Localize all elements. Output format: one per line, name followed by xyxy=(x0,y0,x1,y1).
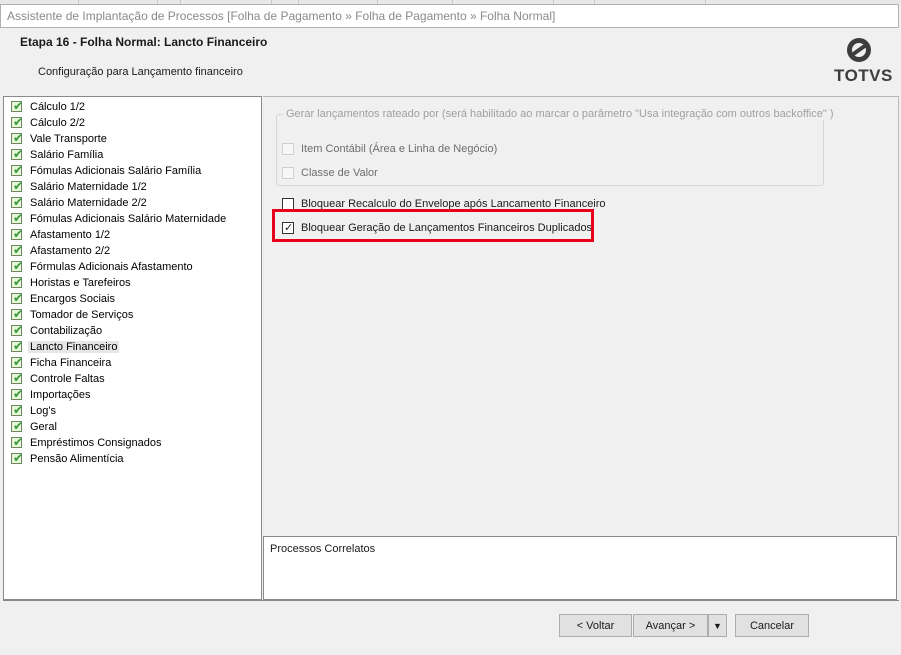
completed-check-icon xyxy=(11,290,23,306)
completed-check-icon xyxy=(11,98,23,114)
completed-check-icon xyxy=(11,194,23,210)
tree-item-label: Afastamento 2/2 xyxy=(30,245,111,257)
checkbox-label: Classe de Valor xyxy=(301,167,378,179)
tree-item[interactable]: Lancto Financeiro xyxy=(10,338,261,355)
tree-item-label: Salário Maternidade 2/2 xyxy=(30,197,147,209)
related-processes-label: Processos Correlatos xyxy=(270,543,376,555)
step-subtitle: Configuração para Lançamento financeiro xyxy=(38,66,243,78)
completed-check-icon xyxy=(11,226,23,242)
completed-check-icon xyxy=(11,210,23,226)
tree-item-label: Ficha Financeira xyxy=(30,357,112,369)
tree-item-label: Fórmulas Adicionais Afastamento xyxy=(30,261,193,273)
step-title: Etapa 16 - Folha Normal: Lancto Financei… xyxy=(20,35,268,49)
logo-text: TOTVS xyxy=(834,66,893,85)
tree-item-label: Empréstimos Consignados xyxy=(30,437,162,449)
checkbox-label: Item Contábil (Área e Linha de Negócio) xyxy=(301,143,498,155)
tree-item[interactable]: Salário Família xyxy=(10,146,261,163)
window-title: Assistente de Implantação de Processos [… xyxy=(7,9,556,23)
tree-item-label: Fómulas Adicionais Salário Família xyxy=(30,165,202,177)
tree-item[interactable]: Fómulas Adicionais Salário Maternidade xyxy=(10,210,261,227)
tree-item[interactable]: Tomador de Serviços xyxy=(10,306,261,323)
tree-item[interactable]: Cálculo 1/2 xyxy=(10,98,261,115)
related-processes-panel: Processos Correlatos xyxy=(263,536,897,600)
classe-valor-checkbox[interactable]: Classe de Valor xyxy=(282,165,482,181)
tree-item[interactable]: Horistas e Tarefeiros xyxy=(10,274,261,291)
checkbox-label: Bloquear Geração de Lançamentos Financei… xyxy=(301,222,593,234)
tree-item[interactable]: Vale Transporte xyxy=(10,130,261,147)
tree-item-label: Lancto Financeiro xyxy=(28,341,120,353)
completed-check-icon xyxy=(11,306,23,322)
tree-item[interactable]: Cálculo 2/2 xyxy=(10,114,261,131)
completed-check-icon xyxy=(11,162,23,178)
tree-item-label: Controle Faltas xyxy=(30,373,105,385)
tree-item[interactable]: Afastamento 2/2 xyxy=(10,242,261,259)
completed-check-icon xyxy=(11,434,23,450)
checkbox-box[interactable] xyxy=(282,198,294,210)
tree-item-label: Horistas e Tarefeiros xyxy=(30,277,131,289)
tree-item-label: Salário Maternidade 1/2 xyxy=(30,181,147,193)
groupbox-legend: Gerar lançamentos rateado por (será habi… xyxy=(283,108,837,120)
completed-check-icon xyxy=(11,450,23,466)
completed-check-icon xyxy=(11,114,23,130)
completed-check-icon xyxy=(11,338,23,354)
completed-check-icon xyxy=(11,146,23,162)
next-button[interactable]: Avançar > xyxy=(633,614,708,637)
tree-item-label: Afastamento 1/2 xyxy=(30,229,111,241)
tree-item-label: Pensão Alimentícia xyxy=(30,453,124,465)
back-button[interactable]: < Voltar xyxy=(559,614,632,637)
tree-item-label: Geral xyxy=(30,421,57,433)
completed-check-icon xyxy=(11,418,23,434)
tree-item[interactable]: Fómulas Adicionais Salário Família xyxy=(10,162,261,179)
totvs-logo: TOTVS xyxy=(829,38,892,88)
checkbox-box[interactable] xyxy=(282,220,294,236)
tree-item[interactable]: Importações xyxy=(10,386,261,403)
tree-item-label: Cálculo 1/2 xyxy=(30,101,86,113)
tree-item-label: Contabilização xyxy=(30,325,103,337)
tree-item-label: Salário Família xyxy=(30,149,104,161)
tree-item-label: Vale Transporte xyxy=(30,133,107,145)
tree-item[interactable]: Pensão Alimentícia xyxy=(10,450,261,467)
completed-check-icon xyxy=(11,130,23,146)
tree-item-label: Log's xyxy=(30,405,56,417)
tree-item-label: Encargos Sociais xyxy=(30,293,115,305)
tree-item[interactable]: Afastamento 1/2 xyxy=(10,226,261,243)
tree-item[interactable]: Empréstimos Consignados xyxy=(10,434,261,451)
tree-item[interactable]: Geral xyxy=(10,418,261,435)
checkbox-box[interactable] xyxy=(282,167,294,179)
completed-check-icon xyxy=(11,370,23,386)
wizard-header: Etapa 16 - Folha Normal: Lancto Financei… xyxy=(1,28,899,96)
tree-item-label: Importações xyxy=(30,389,91,401)
tree-item[interactable]: Encargos Sociais xyxy=(10,290,261,307)
tree-item-label: Fómulas Adicionais Salário Maternidade xyxy=(30,213,227,225)
next-dropdown-button[interactable]: ▼ xyxy=(708,614,727,637)
tree-item[interactable]: Salário Maternidade 1/2 xyxy=(10,178,261,195)
tree-item[interactable]: Salário Maternidade 2/2 xyxy=(10,194,261,211)
completed-check-icon xyxy=(11,258,23,274)
tree-item-label: Tomador de Serviços xyxy=(30,309,134,321)
window-titlebar[interactable]: Assistente de Implantação de Processos [… xyxy=(0,4,899,28)
steps-tree[interactable]: Cálculo 1/2 Cálculo 2/2 Vale Transporte Sal… xyxy=(3,96,262,600)
completed-check-icon xyxy=(11,178,23,194)
tree-item[interactable]: Log's xyxy=(10,402,261,419)
tree-item-label: Cálculo 2/2 xyxy=(30,117,86,129)
item-contabil-checkbox[interactable]: Item Contábil (Área e Linha de Negócio) xyxy=(282,141,542,157)
tree-item[interactable]: Contabilização xyxy=(10,322,261,339)
tree-item[interactable]: Ficha Financeira xyxy=(10,354,261,371)
tree-item[interactable]: Controle Faltas xyxy=(10,370,261,387)
completed-check-icon xyxy=(11,386,23,402)
checkbox-label: Bloquear Recalculo do Envelope após Lanc… xyxy=(301,198,606,210)
cancel-button[interactable]: Cancelar xyxy=(735,614,809,637)
completed-check-icon xyxy=(11,354,23,370)
footer-divider xyxy=(3,600,899,601)
completed-check-icon xyxy=(11,402,23,418)
bloquear-duplicados-checkbox[interactable]: Bloquear Geração de Lançamentos Financei… xyxy=(282,220,602,236)
checkbox-box[interactable] xyxy=(282,143,294,155)
bloquear-recalculo-checkbox[interactable]: Bloquear Recalculo do Envelope após Lanc… xyxy=(282,196,642,212)
options-panel: Gerar lançamentos rateado por (será habi… xyxy=(263,96,899,536)
completed-check-icon xyxy=(11,322,23,338)
completed-check-icon xyxy=(11,274,23,290)
steps-list: Cálculo 1/2 Cálculo 2/2 Vale Transporte Sal… xyxy=(4,97,261,467)
tree-item[interactable]: Fórmulas Adicionais Afastamento xyxy=(10,258,261,275)
completed-check-icon xyxy=(11,242,23,258)
